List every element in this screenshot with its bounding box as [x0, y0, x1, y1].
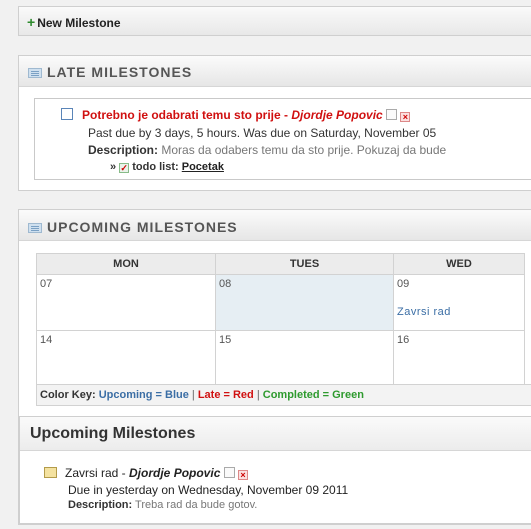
late-milestone-item: Potrebno je odabrati temu sto prije - Dj…: [34, 98, 531, 180]
calendar-day: 16: [393, 330, 525, 387]
calendar-header-mon: MON: [36, 253, 216, 275]
upcoming-list-panel: Upcoming Milestones Zavrsi rad - Djordje…: [19, 416, 531, 524]
milestone-calendar: MON TUES WED 07 08 09 Zavrsi rad 14 15 16: [36, 253, 525, 387]
upcoming-list-header: Upcoming Milestones: [20, 417, 531, 451]
calendar-day: 14: [36, 330, 216, 387]
calendar-day-today: 08: [215, 274, 394, 331]
calendar-event-link[interactable]: Zavrsi rad: [397, 306, 521, 318]
list-icon: [28, 68, 42, 78]
new-milestone-button[interactable]: + New Milestone: [27, 14, 121, 30]
plus-icon: +: [27, 14, 36, 30]
milestone-owner: Djordje Popovic: [291, 108, 383, 122]
late-due-text: Past due by 3 days, 5 hours. Was due on …: [88, 126, 437, 140]
color-key: Color Key: Upcoming = Blue | Late = Red …: [40, 389, 364, 401]
delete-icon[interactable]: ×: [400, 112, 411, 122]
calendar-day: 15: [215, 330, 394, 387]
upcoming-milestones-panel: UPCOMING MILESTONES MON TUES WED 07 08 0…: [18, 209, 531, 525]
late-description: Description: Moras da odabers temu da st…: [88, 143, 447, 157]
upcoming-milestones-header: UPCOMING MILESTONES: [19, 210, 531, 241]
upcoming-list-title: Upcoming Milestones: [30, 425, 196, 442]
edit-icon[interactable]: [223, 467, 235, 478]
complete-checkbox[interactable]: [61, 108, 73, 120]
expand-arrow-icon[interactable]: »: [110, 161, 116, 173]
upcoming-milestones-title: UPCOMING MILESTONES: [47, 219, 238, 235]
new-milestone-label: New Milestone: [37, 16, 121, 30]
calendar-day: 07: [36, 274, 216, 331]
upcoming-description: Description: Treba rad da bude gotov.: [68, 499, 258, 511]
todo-list-link[interactable]: Pocetak: [182, 161, 224, 173]
todo-checkbox-icon: ✓: [119, 163, 130, 173]
upcoming-milestone-owner: Djordje Popovic: [129, 466, 221, 480]
delete-icon[interactable]: ×: [238, 470, 249, 480]
edit-icon[interactable]: [386, 109, 398, 120]
late-milestone-title-row: Potrebno je odabrati temu sto prije - Dj…: [82, 108, 411, 122]
late-milestones-title: LATE MILESTONES: [47, 64, 193, 80]
calendar-day: 09 Zavrsi rad: [393, 274, 525, 331]
color-key-bar: Color Key: Upcoming = Blue | Late = Red …: [36, 384, 531, 406]
upcoming-milestone-title[interactable]: Zavrsi rad: [65, 466, 118, 480]
todo-list-row: » ✓ todo list: Pocetak: [110, 161, 224, 173]
calendar-header-wed: WED: [393, 253, 525, 275]
calendar-icon: [28, 223, 42, 233]
milestone-folder-icon: [44, 467, 57, 478]
todo-list-label: todo list:: [132, 161, 179, 173]
late-milestones-panel: LATE MILESTONES Potrebno je odabrati tem…: [18, 55, 531, 191]
late-milestones-header: LATE MILESTONES: [19, 56, 531, 87]
calendar-header-tues: TUES: [215, 253, 394, 275]
new-milestone-bar: + New Milestone: [18, 6, 531, 36]
milestone-title[interactable]: Potrebno je odabrati temu sto prije: [82, 108, 281, 122]
upcoming-milestone-title-row: Zavrsi rad - Djordje Popovic ×: [65, 466, 249, 480]
upcoming-due-text: Due in yesterday on Wednesday, November …: [68, 483, 349, 497]
